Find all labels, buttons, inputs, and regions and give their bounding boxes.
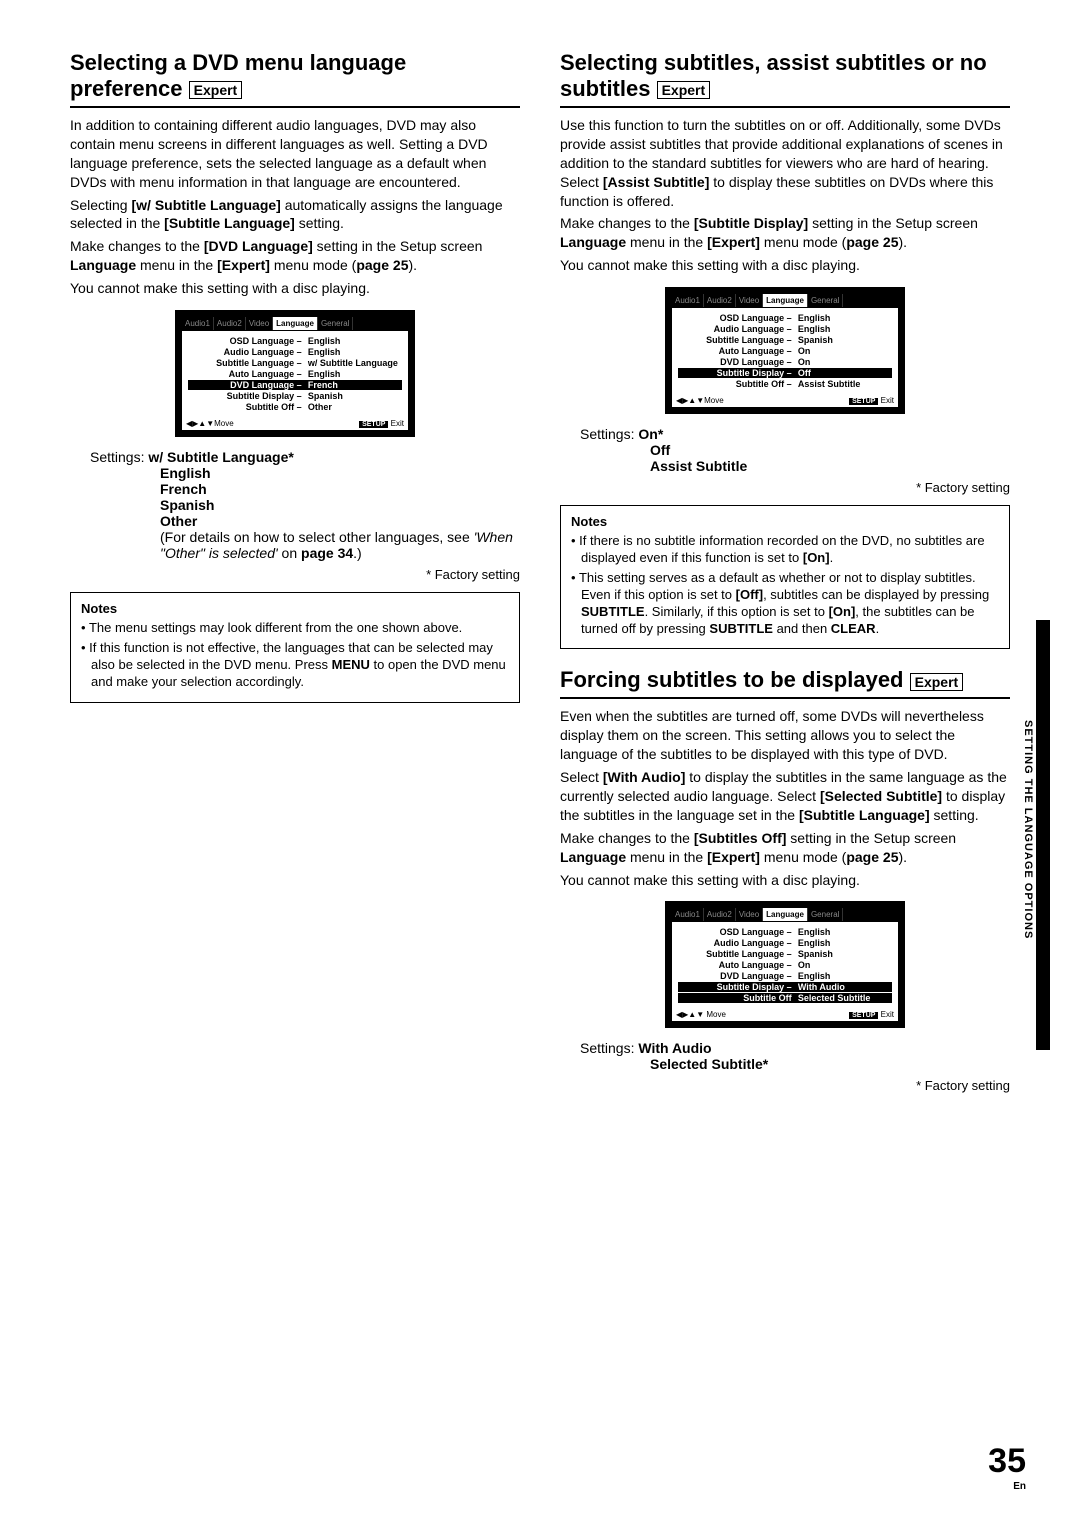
s1-opt1: English bbox=[160, 465, 520, 481]
screen-row: Subtitle Off –Other bbox=[188, 402, 402, 412]
screen-row: Subtitle OffSelected Subtitle bbox=[678, 993, 892, 1003]
screen-row: Auto Language –On bbox=[678, 960, 892, 970]
s1-opt3: Spanish bbox=[160, 497, 520, 513]
screen-row: Subtitle Off –Assist Subtitle bbox=[678, 379, 892, 389]
s2-notes: Notes If there is no subtitle informatio… bbox=[560, 505, 1010, 649]
factory-note-2: * Factory setting bbox=[560, 480, 1010, 495]
move-label: Move bbox=[214, 419, 234, 428]
tab-audio2: Audio2 bbox=[214, 317, 246, 330]
s1-para1b: Selecting [w/ Subtitle Language] automat… bbox=[70, 196, 520, 234]
osd-screen-3: Audio1 Audio2 Video Language General OSD… bbox=[665, 901, 905, 1028]
osd-screen-1: Audio1 Audio2 Video Language General OSD… bbox=[175, 310, 415, 437]
screen-row: OSD Language –English bbox=[188, 336, 402, 346]
screen-row: Subtitle Display –Spanish bbox=[188, 391, 402, 401]
expert-badge: Expert bbox=[189, 81, 243, 99]
tab-language: Language bbox=[273, 317, 318, 330]
screen-row: Auto Language –English bbox=[188, 369, 402, 379]
chapter-label: SETTING THE LANGUAGE OPTIONS bbox=[1022, 720, 1034, 939]
screen-row: DVD Language –English bbox=[678, 971, 892, 981]
screen-tabs: Audio1 Audio2 Video Language General bbox=[182, 317, 408, 331]
s2-para1: Use this function to turn the subtitles … bbox=[560, 116, 1010, 210]
s2-opt1: Off bbox=[650, 442, 1010, 458]
chapter-tab-bar bbox=[1036, 620, 1050, 1050]
s2-opt0: On* bbox=[638, 426, 663, 442]
s1-other-detail: (For details on how to select other lang… bbox=[160, 529, 520, 561]
setup-button: SETUP bbox=[359, 421, 388, 428]
s3-para2: Select [With Audio] to display the subti… bbox=[560, 768, 1010, 825]
right-column: Selecting subtitles, assist subtitles or… bbox=[560, 50, 1010, 1103]
expert-badge-2: Expert bbox=[657, 81, 711, 99]
tab-general: General bbox=[318, 317, 353, 330]
nav-icon: ◀▶▲▼ bbox=[186, 419, 214, 428]
screen-row: Audio Language –English bbox=[188, 347, 402, 357]
page-number: 35 En bbox=[988, 1442, 1026, 1492]
s2-note1: If there is no subtitle information reco… bbox=[571, 533, 999, 567]
s3-opt0: With Audio bbox=[638, 1040, 711, 1056]
s1-notes: Notes The menu settings may look differe… bbox=[70, 592, 520, 703]
screen-row: Subtitle Language –Spanish bbox=[678, 335, 892, 345]
s3-settings: Settings: With Audio Selected Subtitle* bbox=[580, 1040, 1010, 1072]
tab-video: Video bbox=[246, 317, 273, 330]
s3-para4: You cannot make this setting with a disc… bbox=[560, 871, 1010, 890]
section3-title-text: Forcing subtitles to be displayed bbox=[560, 667, 904, 692]
screen-row: Subtitle Display –Off bbox=[678, 368, 892, 378]
factory-note-3: * Factory setting bbox=[560, 1078, 1010, 1093]
page-language: En bbox=[988, 1481, 1026, 1492]
page-columns: Selecting a DVD menu language preference… bbox=[70, 50, 1010, 1103]
s1-opt2: French bbox=[160, 481, 520, 497]
notes-title: Notes bbox=[81, 601, 509, 616]
s2-settings: Settings: On* Off Assist Subtitle bbox=[580, 426, 1010, 474]
s3-opt1: Selected Subtitle* bbox=[650, 1056, 1010, 1072]
left-column: Selecting a DVD menu language preference… bbox=[70, 50, 520, 1103]
screen-row: OSD Language –English bbox=[678, 313, 892, 323]
screen-row: DVD Language –On bbox=[678, 357, 892, 367]
exit-label: Exit bbox=[391, 419, 404, 428]
section2-title-text: Selecting subtitles, assist subtitles or… bbox=[560, 50, 987, 101]
s1-opt0: w/ Subtitle Language* bbox=[148, 449, 293, 465]
s1-para3: You cannot make this setting with a disc… bbox=[70, 279, 520, 298]
osd-screen-2: Audio1 Audio2 Video Language General OSD… bbox=[665, 287, 905, 414]
screen-row: Audio Language –English bbox=[678, 938, 892, 948]
s1-opt4: Other bbox=[160, 513, 520, 529]
s3-para1: Even when the subtitles are turned off, … bbox=[560, 707, 1010, 764]
section2-title: Selecting subtitles, assist subtitles or… bbox=[560, 50, 1010, 108]
screen-row: OSD Language –English bbox=[678, 927, 892, 937]
s1-para2: Make changes to the [DVD Language] setti… bbox=[70, 237, 520, 275]
factory-note-1: * Factory setting bbox=[70, 567, 520, 582]
s2-note2: This setting serves as a default as whet… bbox=[571, 570, 999, 638]
section1-title: Selecting a DVD menu language preference… bbox=[70, 50, 520, 108]
screen-row: DVD Language –French bbox=[188, 380, 402, 390]
section3-title: Forcing subtitles to be displayed Expert bbox=[560, 667, 1010, 699]
s2-opt2: Assist Subtitle bbox=[650, 458, 1010, 474]
s1-settings: Settings: w/ Subtitle Language* English … bbox=[90, 449, 520, 561]
screen-row: Subtitle Language –w/ Subtitle Language bbox=[188, 358, 402, 368]
screen-footer: ◀▶▲▼Move SETUP Exit bbox=[182, 417, 408, 430]
screen-row: Audio Language –English bbox=[678, 324, 892, 334]
s2-para3: You cannot make this setting with a disc… bbox=[560, 256, 1010, 275]
settings-label: Settings: bbox=[90, 449, 144, 465]
screen-row: Subtitle Language –Spanish bbox=[678, 949, 892, 959]
tab-audio1: Audio1 bbox=[182, 317, 214, 330]
screen-row: Auto Language –On bbox=[678, 346, 892, 356]
page-number-value: 35 bbox=[988, 1442, 1026, 1481]
s1-para1: In addition to containing different audi… bbox=[70, 116, 520, 192]
s1-note2: If this function is not effective, the l… bbox=[81, 640, 509, 691]
s2-para2: Make changes to the [Subtitle Display] s… bbox=[560, 214, 1010, 252]
s1-note1: The menu settings may look different fro… bbox=[81, 620, 509, 637]
s3-para3: Make changes to the [Subtitles Off] sett… bbox=[560, 829, 1010, 867]
expert-badge-3: Expert bbox=[910, 673, 964, 691]
screen-row: Subtitle Display –With Audio bbox=[678, 982, 892, 992]
